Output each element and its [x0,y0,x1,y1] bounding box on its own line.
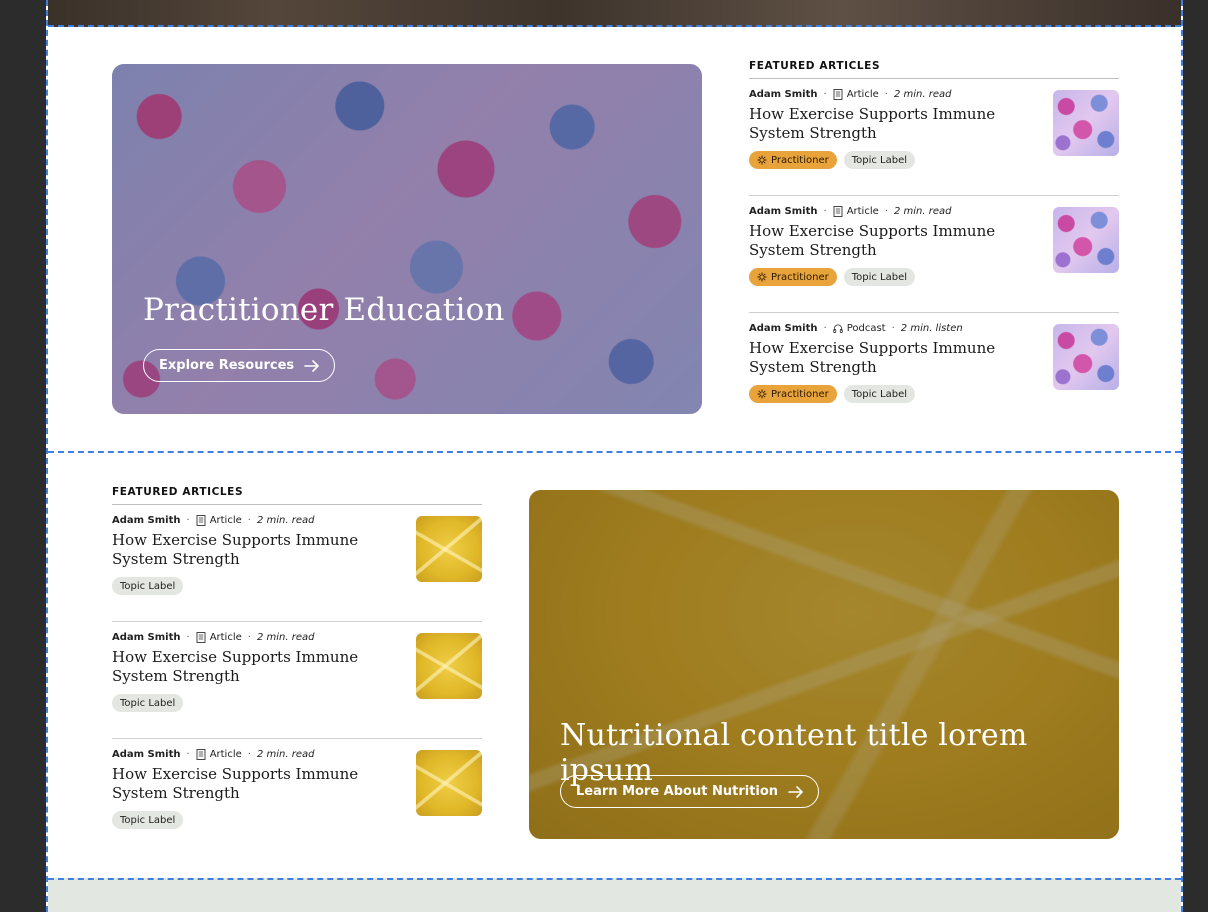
kind-label: Podcast [846,323,886,334]
article-item[interactable]: Adam Smith · Article · 2 min. read How E… [112,739,482,856]
article-title[interactable]: How Exercise Supports Immune System Stre… [749,222,1039,260]
next-section-band [48,878,1181,912]
article-title[interactable]: How Exercise Supports Immune System Stre… [112,531,402,569]
article-thumbnail[interactable] [416,633,482,699]
badge-icon [757,155,767,165]
topic-tag[interactable]: Topic Label [112,694,184,712]
article-thumbnail[interactable] [1053,324,1119,390]
article-kind: Article [196,632,242,643]
practitioner-tag[interactable]: Practitioner [749,151,837,169]
tag-list: Topic Label [112,811,184,829]
practitioner-tag[interactable]: Practitioner [749,385,837,403]
badge-icon [757,272,767,282]
article-item[interactable]: Adam Smith · Podcast · 2 min. listen How… [749,313,1119,430]
topic-tag[interactable]: Topic Label [112,577,184,595]
button-label: Learn More About Nutrition [576,784,779,799]
hero-title: Practitioner Education [143,292,505,328]
topic-tag[interactable]: Topic Label [112,811,184,829]
article-item[interactable]: Adam Smith · Article · 2 min. read How E… [749,79,1119,196]
author-link[interactable]: Adam Smith [749,89,818,100]
article-title[interactable]: How Exercise Supports Immune System Stre… [112,765,402,803]
learn-more-nutrition-button[interactable]: Learn More About Nutrition [560,775,820,808]
article-thumbnail[interactable] [1053,207,1119,273]
separator: · [823,206,827,217]
document-icon [833,89,843,100]
article-kind: Article [833,206,879,217]
author-link[interactable]: Adam Smith [749,323,818,334]
separator: · [884,89,888,100]
button-label: Explore Resources [159,358,295,373]
nutrition-hero-card[interactable]: Nutritional content title lorem ipsum Le… [529,490,1119,839]
document-icon [196,632,206,643]
article-kind: Article [196,749,242,760]
article-thumbnail[interactable] [416,750,482,816]
separator: · [247,749,251,760]
article-item[interactable]: Adam Smith · Article · 2 min. read How E… [112,505,482,622]
duration: 2 min. read [893,89,952,100]
practitioner-hero-card[interactable]: Practitioner Education Explore Resources [112,64,702,414]
separator: · [884,206,888,217]
page-frame: Practitioner Education Explore Resources… [46,0,1183,912]
duration: 2 min. read [256,749,315,760]
article-thumbnail[interactable] [1053,90,1119,156]
tag-label: Practitioner [771,154,829,166]
explore-resources-button[interactable]: Explore Resources [143,349,336,382]
tag-label: Practitioner [771,271,829,283]
tag-list: Practitioner Topic Label [749,385,916,403]
author-link[interactable]: Adam Smith [112,632,181,643]
separator: · [891,323,895,334]
separator: · [823,89,827,100]
tag-label: Practitioner [771,388,829,400]
duration: 2 min. read [256,632,315,643]
separator: · [247,515,251,526]
article-kind: Podcast [833,323,886,334]
author-link[interactable]: Adam Smith [112,515,181,526]
section-divider [48,451,1181,453]
topic-tag[interactable]: Topic Label [843,385,916,403]
article-title[interactable]: How Exercise Supports Immune System Stre… [749,339,1039,377]
tag-list: Practitioner Topic Label [749,268,916,286]
separator: · [823,323,827,334]
topic-tag[interactable]: Topic Label [843,151,916,169]
article-kind: Article [833,89,879,100]
separator: · [186,749,190,760]
practitioner-tag[interactable]: Practitioner [749,268,837,286]
article-item[interactable]: Adam Smith · Article · 2 min. read How E… [112,622,482,739]
document-icon [196,515,206,526]
featured-articles-top: FEATURED ARTICLES Adam Smith · Article ·… [749,60,1119,430]
author-link[interactable]: Adam Smith [749,206,818,217]
featured-articles-bottom: FEATURED ARTICLES Adam Smith · Article ·… [112,486,482,856]
document-icon [196,749,206,760]
tag-list: Practitioner Topic Label [749,151,916,169]
duration: 2 min. read [893,206,952,217]
arrow-right-icon [788,785,803,798]
separator: · [186,632,190,643]
kind-label: Article [209,749,242,760]
article-kind: Article [196,515,242,526]
tag-list: Topic Label [112,577,184,595]
badge-icon [757,389,767,399]
separator: · [247,632,251,643]
article-thumbnail[interactable] [416,516,482,582]
kind-label: Article [209,515,242,526]
featured-heading: FEATURED ARTICLES [112,486,482,505]
document-icon [833,206,843,217]
duration: 2 min. read [256,515,315,526]
kind-label: Article [209,632,242,643]
topic-tag[interactable]: Topic Label [843,268,916,286]
top-image-strip [48,0,1181,27]
tag-list: Topic Label [112,694,184,712]
featured-heading: FEATURED ARTICLES [749,60,1119,79]
arrow-right-icon [304,359,319,372]
kind-label: Article [846,89,879,100]
article-item[interactable]: Adam Smith · Article · 2 min. read How E… [749,196,1119,313]
article-title[interactable]: How Exercise Supports Immune System Stre… [749,105,1039,143]
kind-label: Article [846,206,879,217]
headphones-icon [833,324,843,333]
author-link[interactable]: Adam Smith [112,749,181,760]
separator: · [186,515,190,526]
duration: 2 min. listen [900,323,963,334]
article-title[interactable]: How Exercise Supports Immune System Stre… [112,648,402,686]
